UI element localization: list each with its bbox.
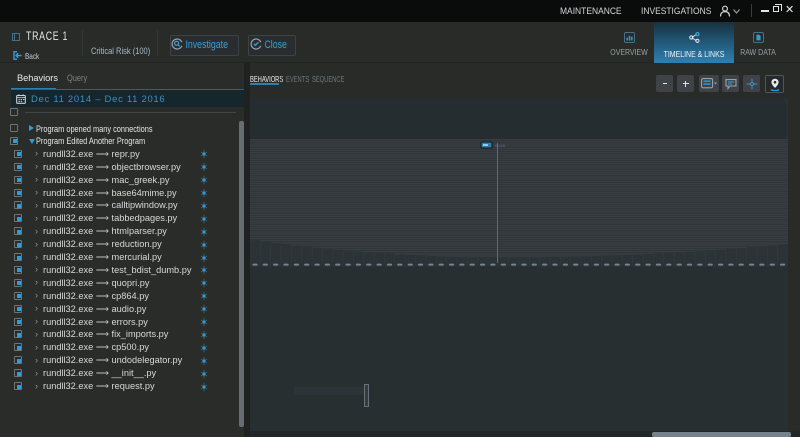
svg-text:00:00: 00:00 (495, 143, 506, 148)
